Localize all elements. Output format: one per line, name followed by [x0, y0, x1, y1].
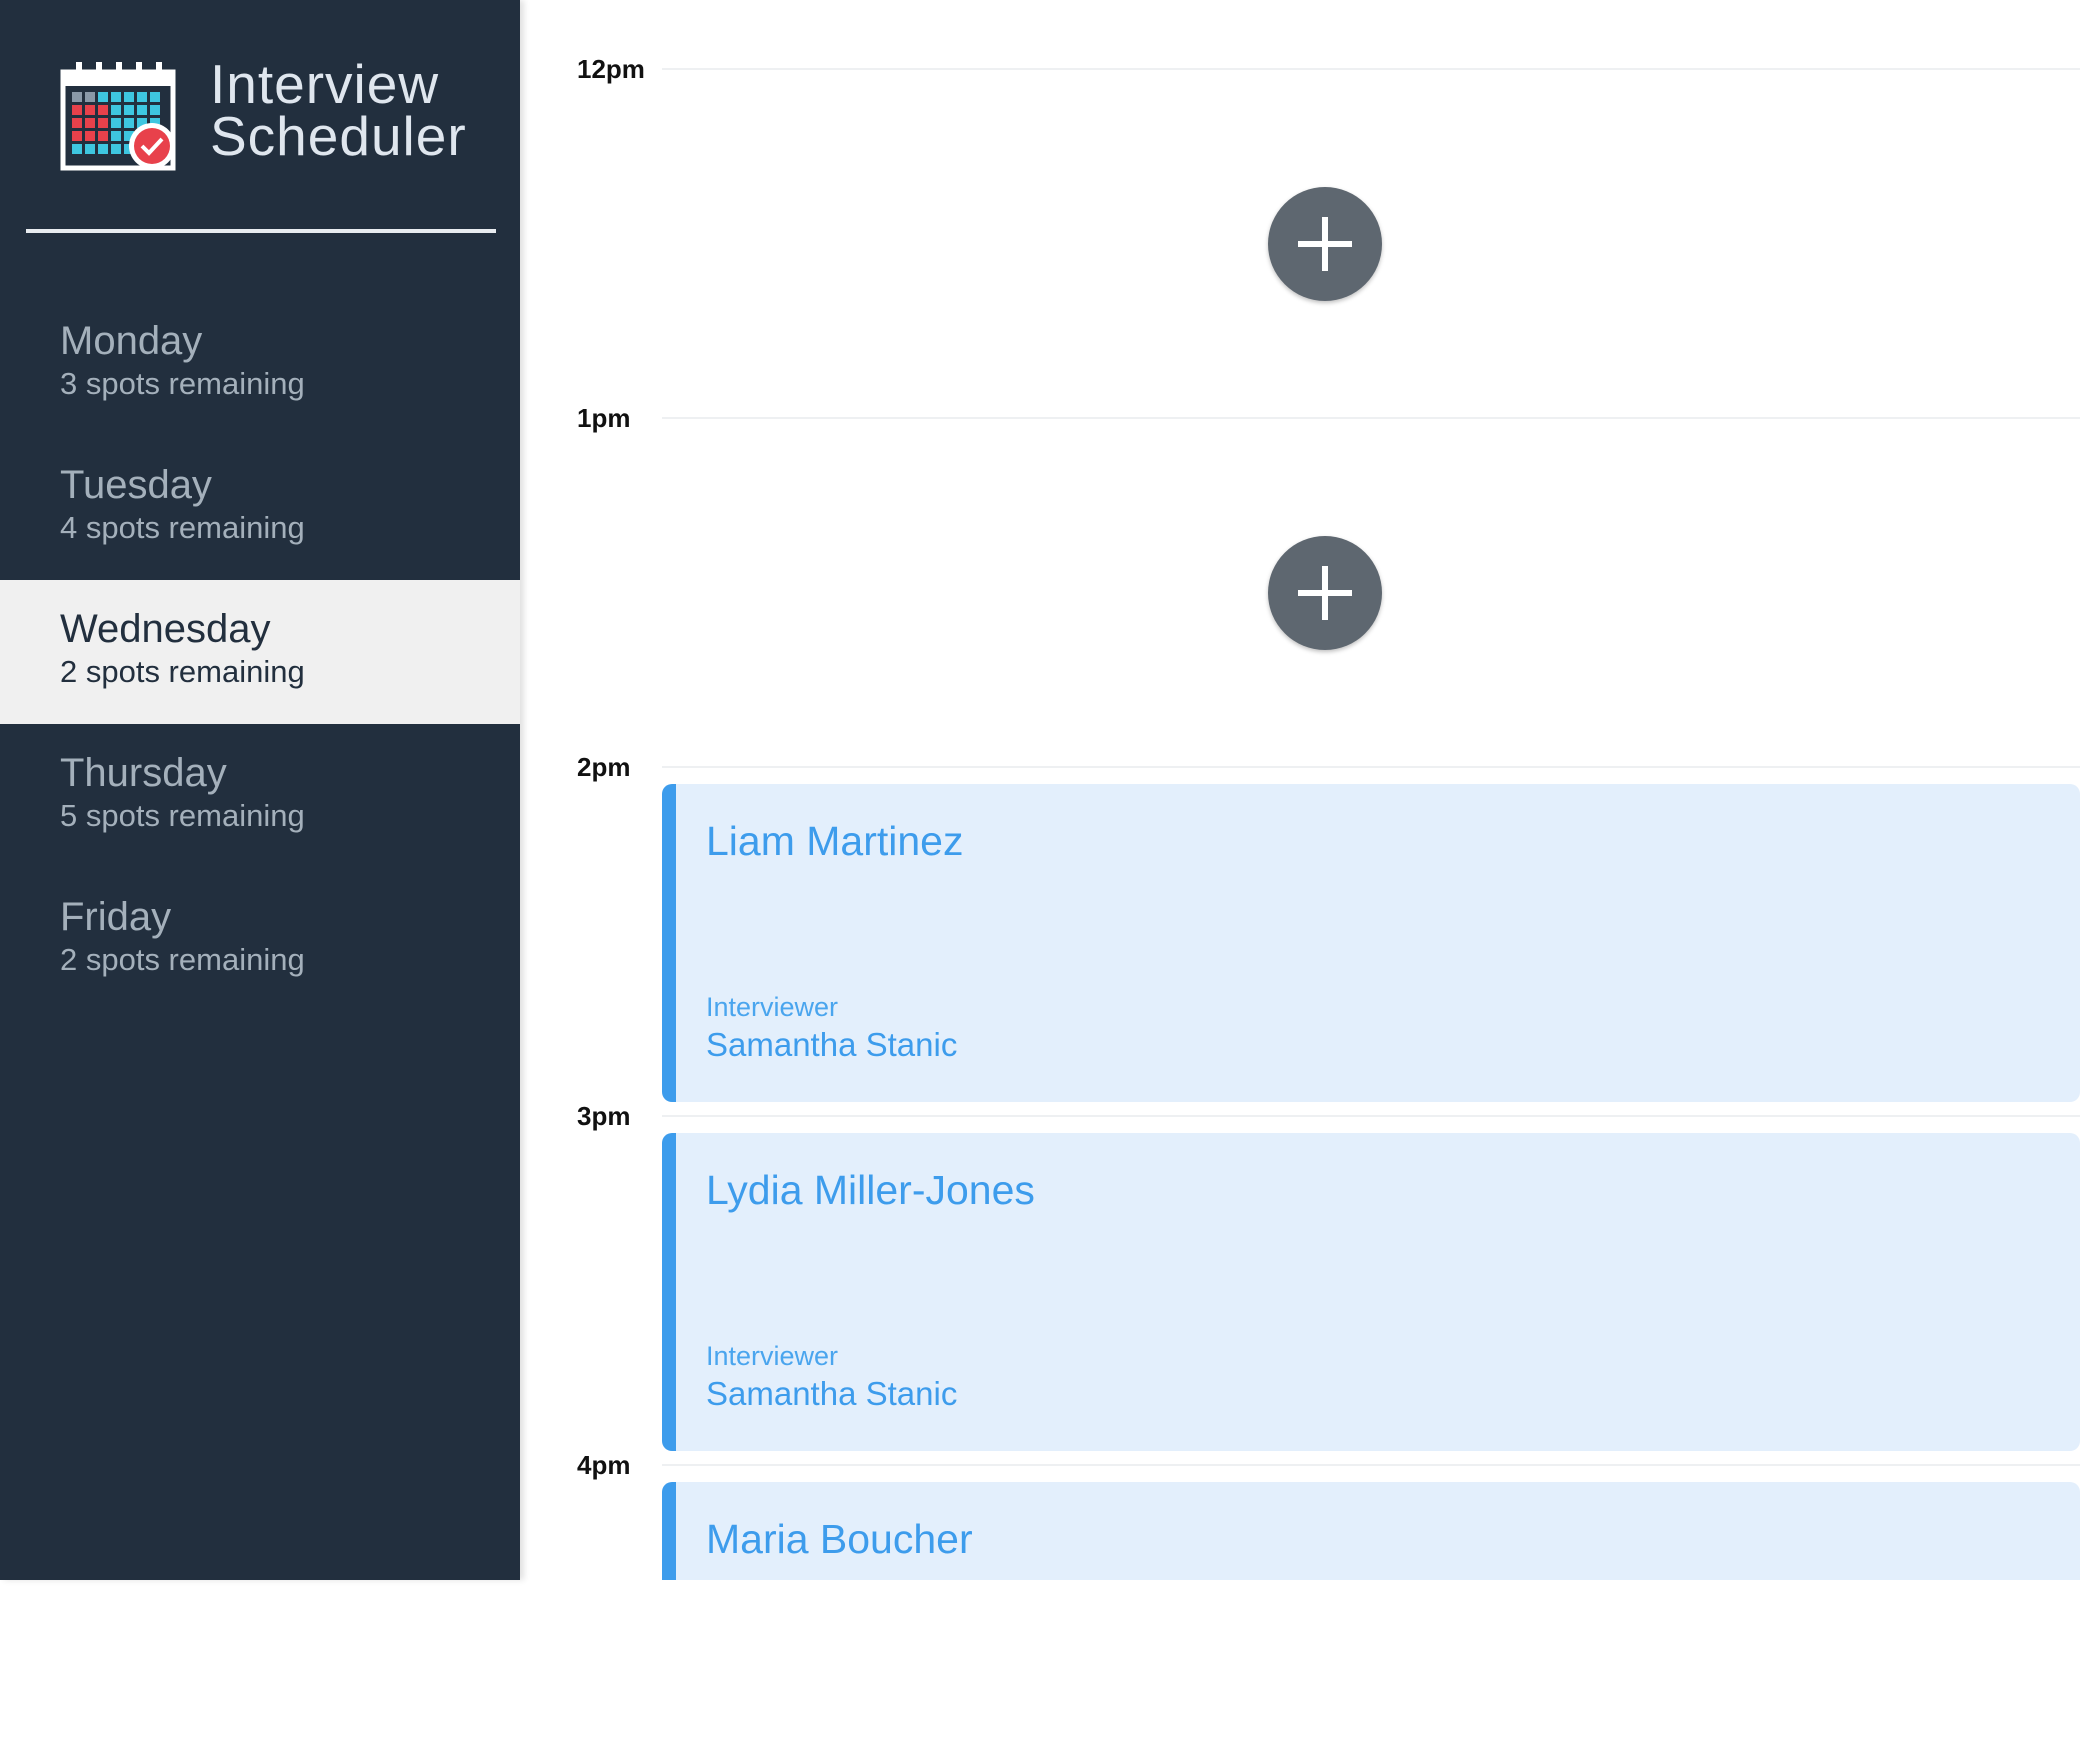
slot-divider: [662, 1464, 2080, 1466]
slot-time: 1pm: [577, 403, 631, 433]
app-brand: Interview Scheduler: [60, 53, 480, 176]
slot-divider: [662, 766, 2080, 768]
sidebar-divider: [26, 229, 496, 233]
day-spots: 4 spots remaining: [60, 510, 305, 545]
slot-time: 3pm: [577, 1101, 631, 1131]
app-title: Interview Scheduler: [210, 53, 467, 167]
interviewer-label: Interviewer: [706, 1341, 839, 1371]
app-title-line1: Interview: [210, 53, 440, 115]
day-spots: 3 spots remaining: [60, 366, 305, 401]
calendar-check-icon: [60, 62, 176, 171]
day-item-monday[interactable]: Monday 3 spots remaining: [0, 292, 520, 436]
day-item-friday[interactable]: Friday 2 spots remaining: [0, 868, 520, 1012]
time-slot-1pm: 1pm: [520, 349, 2080, 698]
appointment-card[interactable]: Maria Boucher: [662, 1482, 2080, 1580]
slot-time: 2pm: [577, 752, 631, 782]
slot-divider: [662, 68, 2080, 70]
sidebar: Interview Scheduler Monday 3 spots remai…: [0, 0, 520, 1580]
plus-icon: [1322, 217, 1328, 271]
slot-divider: [662, 1115, 2080, 1117]
time-slot-12pm: 12pm: [520, 0, 2080, 349]
slot-divider: [662, 417, 2080, 419]
time-slot-2pm: 2pm Liam Martinez Interviewer Samantha S…: [520, 698, 2080, 1102]
day-name: Tuesday: [60, 463, 212, 507]
day-item-tuesday[interactable]: Tuesday 4 spots remaining: [0, 436, 520, 580]
student-name: Liam Martinez: [706, 818, 964, 864]
schedule: 12pm 1pm 2pm Liam Martinez Interviewer S…: [520, 0, 2098, 1580]
add-appointment-button[interactable]: [1268, 536, 1382, 650]
day-name: Thursday: [60, 751, 227, 795]
app-title-line2: Scheduler: [210, 105, 467, 167]
interviewer-label: Interviewer: [706, 992, 839, 1022]
day-spots: 5 spots remaining: [60, 798, 305, 833]
day-spots: 2 spots remaining: [60, 942, 305, 977]
day-name: Monday: [60, 319, 203, 363]
time-slot-4pm: 4pm Maria Boucher: [520, 1396, 2080, 1745]
plus-icon: [1322, 566, 1328, 620]
day-item-wednesday[interactable]: Wednesday 2 spots remaining: [0, 580, 520, 724]
time-slot-3pm: 3pm Lydia Miller-Jones Interviewer Saman…: [520, 1047, 2080, 1451]
student-name: Lydia Miller-Jones: [706, 1167, 1035, 1213]
day-name: Wednesday: [60, 607, 271, 651]
day-name: Friday: [60, 895, 172, 939]
day-spots: 2 spots remaining: [60, 654, 305, 689]
slot-time: 12pm: [577, 54, 645, 84]
student-name: Maria Boucher: [706, 1516, 973, 1562]
slot-time: 4pm: [577, 1450, 631, 1480]
day-item-thursday[interactable]: Thursday 5 spots remaining: [0, 724, 520, 868]
add-appointment-button[interactable]: [1268, 187, 1382, 301]
day-list: Monday 3 spots remaining Tuesday 4 spots…: [0, 292, 520, 1012]
